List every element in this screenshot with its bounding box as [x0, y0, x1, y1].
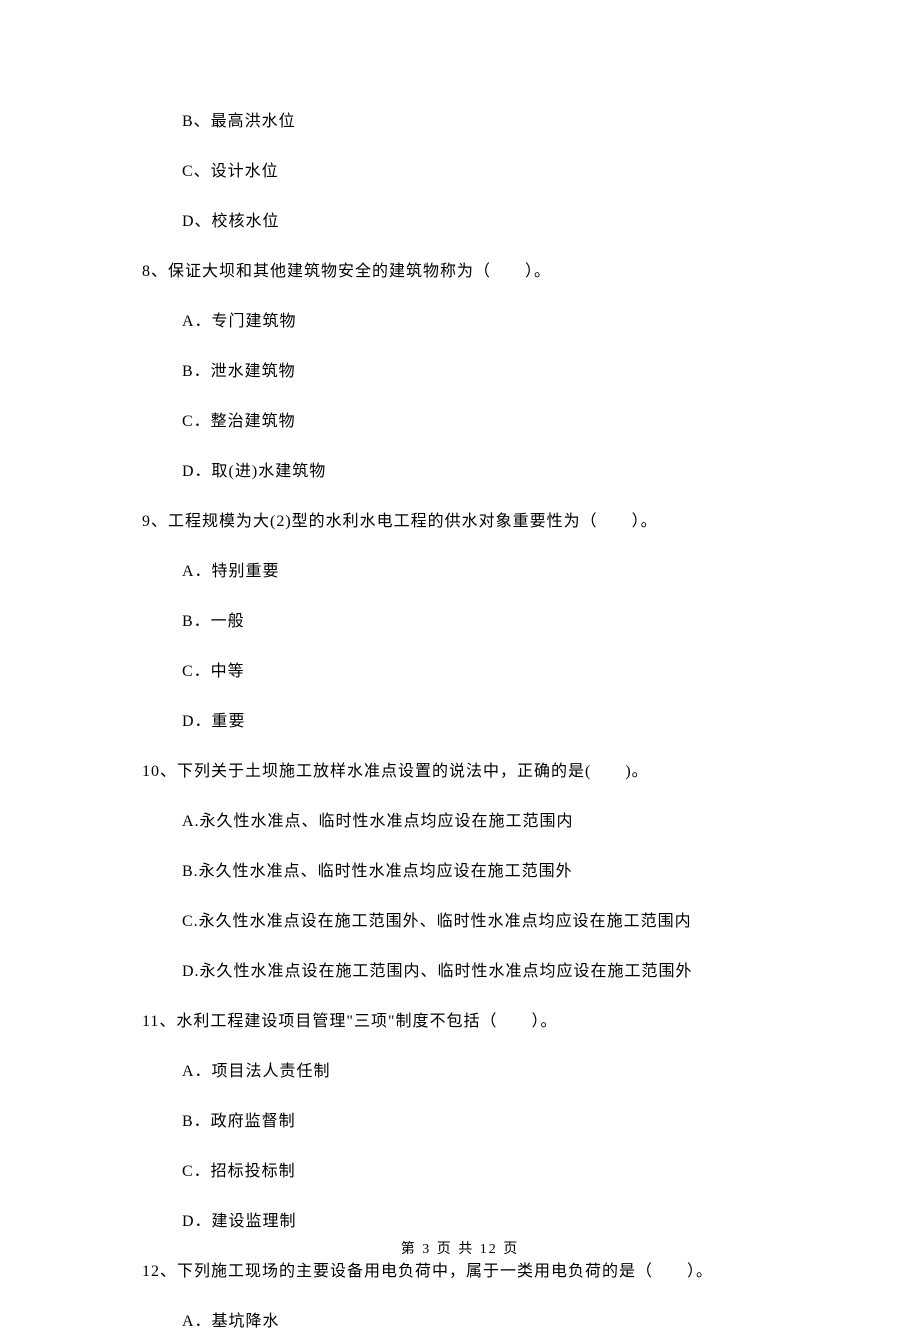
- q9-option-c: C．中等: [142, 660, 780, 684]
- q11-option-a: A．项目法人责任制: [142, 1060, 780, 1084]
- q11-option-d: D．建设监理制: [142, 1210, 780, 1234]
- q8-option-c: C．整治建筑物: [142, 410, 780, 434]
- q11-option-c: C．招标投标制: [142, 1160, 780, 1184]
- q10-option-c: C.永久性水准点设在施工范围外、临时性水准点均应设在施工范围内: [142, 910, 780, 934]
- q9-option-a: A．特别重要: [142, 560, 780, 584]
- q8-option-b: B．泄水建筑物: [142, 360, 780, 384]
- q8-stem: 8、保证大坝和其他建筑物安全的建筑物称为（ ）。: [142, 260, 780, 284]
- q11-stem: 11、水利工程建设项目管理"三项"制度不包括（ ）。: [142, 1010, 780, 1034]
- q10-stem: 10、下列关于土坝施工放样水准点设置的说法中，正确的是( )。: [142, 760, 780, 784]
- page-footer: 第 3 页 共 12 页: [0, 1239, 920, 1260]
- q11-option-b: B．政府监督制: [142, 1110, 780, 1134]
- q9-option-d: D．重要: [142, 710, 780, 734]
- exam-page: B、最高洪水位 C、设计水位 D、校核水位 8、保证大坝和其他建筑物安全的建筑物…: [0, 0, 920, 1302]
- q7-option-b: B、最高洪水位: [142, 110, 780, 134]
- q8-option-a: A．专门建筑物: [142, 310, 780, 334]
- q9-stem: 9、工程规模为大(2)型的水利水电工程的供水对象重要性为（ ）。: [142, 510, 780, 534]
- q10-option-b: B.永久性水准点、临时性水准点均应设在施工范围外: [142, 860, 780, 884]
- q10-option-d: D.永久性水准点设在施工范围内、临时性水准点均应设在施工范围外: [142, 960, 780, 984]
- q8-option-d: D．取(进)水建筑物: [142, 460, 780, 484]
- q7-option-d: D、校核水位: [142, 210, 780, 234]
- q12-option-a: A．基坑降水: [142, 1310, 780, 1334]
- q7-option-c: C、设计水位: [142, 160, 780, 184]
- q10-option-a: A.永久性水准点、临时性水准点均应设在施工范围内: [142, 810, 780, 834]
- q9-option-b: B．一般: [142, 610, 780, 634]
- q12-stem: 12、下列施工现场的主要设备用电负荷中，属于一类用电负荷的是（ ）。: [142, 1260, 780, 1284]
